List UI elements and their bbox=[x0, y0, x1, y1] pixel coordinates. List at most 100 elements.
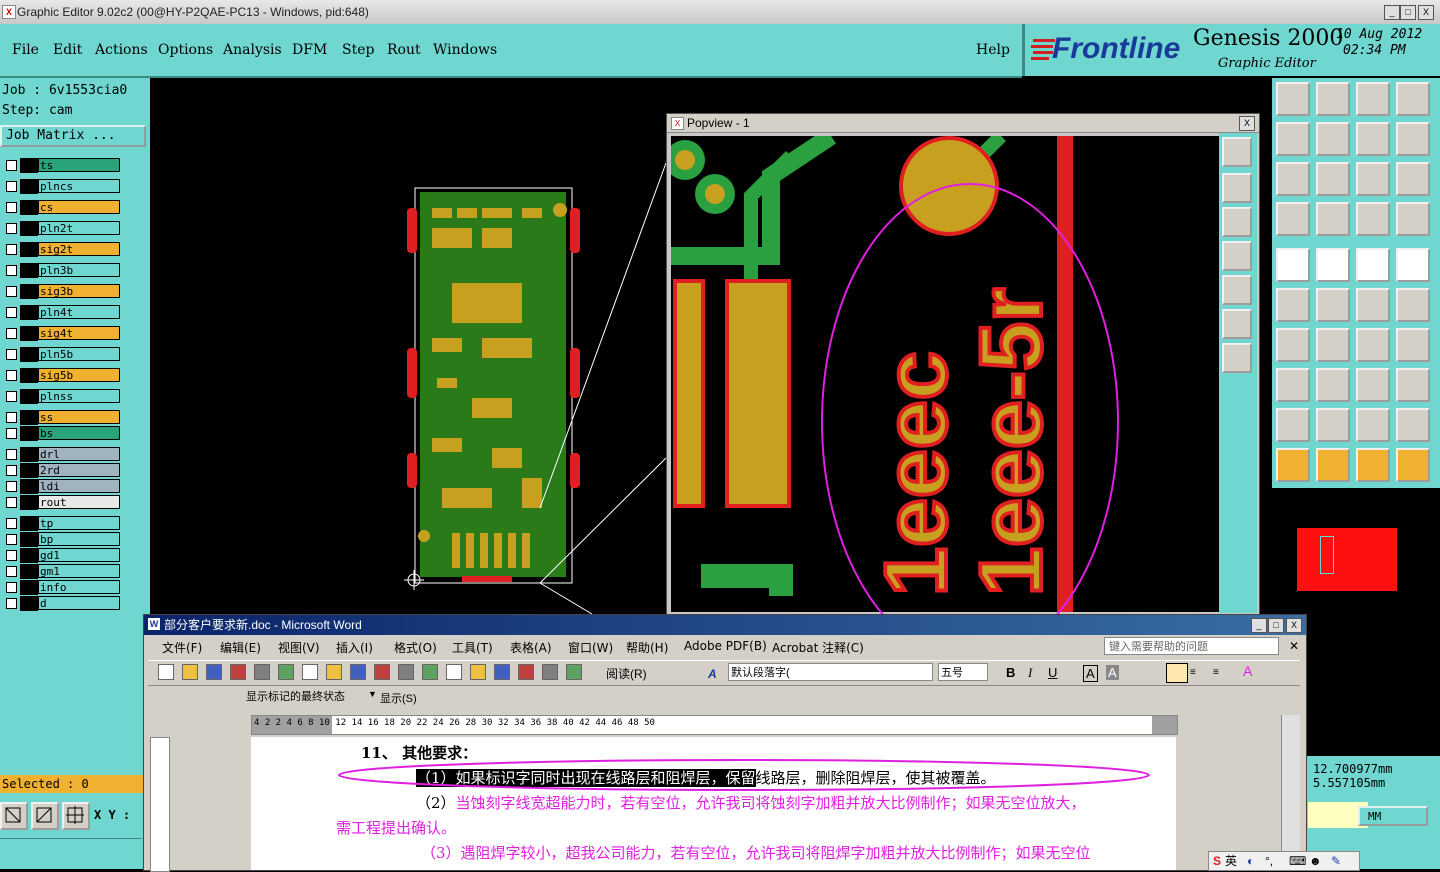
tool-button-15-icon[interactable] bbox=[1356, 202, 1390, 236]
layer-color-slot[interactable] bbox=[20, 596, 38, 611]
word-toolbar-button-3-icon[interactable] bbox=[206, 664, 222, 680]
layer-checkbox[interactable] bbox=[6, 428, 17, 439]
layer-color-slot[interactable] bbox=[20, 548, 38, 563]
markup-select[interactable]: 显示标记的最终状态 bbox=[246, 688, 374, 706]
word-toolbar-button-15-icon[interactable] bbox=[494, 664, 510, 680]
styles-icon[interactable]: A bbox=[708, 667, 717, 681]
char-border-button[interactable]: A bbox=[1083, 665, 1098, 682]
markup-dropdown-icon[interactable]: ▼ bbox=[368, 689, 377, 699]
menu-file[interactable]: File bbox=[12, 42, 39, 58]
minimize-button[interactable]: _ bbox=[1384, 5, 1400, 20]
layer-checkbox[interactable] bbox=[6, 566, 17, 577]
layer-color-slot[interactable] bbox=[20, 580, 38, 595]
layer-row-sig2t[interactable]: sig2t bbox=[2, 242, 120, 257]
pop-zoom-out-icon[interactable] bbox=[1222, 343, 1252, 373]
layer-checkbox[interactable] bbox=[6, 598, 17, 609]
layer-row-pln2t[interactable]: pln2t bbox=[2, 221, 120, 236]
layer-row-pln5b[interactable]: pln5b bbox=[2, 347, 120, 362]
layer-row-plnss[interactable]: plnss bbox=[2, 389, 120, 404]
tool-button-18-icon[interactable] bbox=[1316, 248, 1350, 282]
tool-button-5-icon[interactable] bbox=[1276, 122, 1310, 156]
menu-rout[interactable]: Rout bbox=[387, 42, 421, 58]
tool-button-32-icon[interactable] bbox=[1396, 368, 1430, 402]
word-toolbar-button-11-icon[interactable] bbox=[398, 664, 414, 680]
word-toolbar-button-16-icon[interactable] bbox=[518, 664, 534, 680]
tool-button-2-icon[interactable] bbox=[1316, 82, 1350, 116]
word-menu-item[interactable]: Acrobat 注释(C) bbox=[772, 639, 864, 656]
layer-color-slot[interactable] bbox=[20, 479, 38, 494]
layer-checkbox[interactable] bbox=[6, 349, 17, 360]
word-menu-item[interactable]: 编辑(E) bbox=[220, 639, 261, 656]
layer-color-slot[interactable] bbox=[20, 564, 38, 579]
word-toolbar-button-17-icon[interactable] bbox=[542, 664, 558, 680]
maximize-button[interactable]: □ bbox=[1400, 5, 1416, 20]
word-maximize-button[interactable]: □ bbox=[1268, 618, 1284, 633]
tool-button-39-icon[interactable] bbox=[1356, 448, 1390, 482]
tool-button-40-icon[interactable] bbox=[1396, 448, 1430, 482]
layer-row-sig5b[interactable]: sig5b bbox=[2, 368, 120, 383]
word-menu-item[interactable]: 工具(T) bbox=[452, 639, 493, 656]
sogou-icon[interactable]: S bbox=[1213, 852, 1221, 870]
word-toolbar-button-9-icon[interactable] bbox=[350, 664, 366, 680]
layer-row-ts[interactable]: ts bbox=[2, 158, 120, 173]
tool-button-3-icon[interactable] bbox=[1356, 82, 1390, 116]
layer-checkbox[interactable] bbox=[6, 465, 17, 476]
layer-checkbox[interactable] bbox=[6, 534, 17, 545]
word-menu-item[interactable]: 文件(F) bbox=[162, 639, 202, 656]
tool-button-11-icon[interactable] bbox=[1356, 162, 1390, 196]
menu-actions[interactable]: Actions bbox=[95, 42, 148, 58]
align-center-button[interactable]: ≡ bbox=[1190, 667, 1196, 678]
layer-checkbox[interactable] bbox=[6, 307, 17, 318]
word-toolbar-button-7-icon[interactable] bbox=[302, 664, 318, 680]
word-toolbar-button-10-icon[interactable] bbox=[374, 664, 390, 680]
layer-row-bs[interactable]: bs bbox=[2, 426, 120, 441]
layer-color-slot[interactable] bbox=[20, 516, 38, 531]
layer-color-slot[interactable] bbox=[20, 221, 38, 236]
layer-color-slot[interactable] bbox=[20, 179, 38, 194]
punctuation-icon[interactable]: °, bbox=[1265, 852, 1273, 870]
layer-color-slot[interactable] bbox=[20, 284, 38, 299]
layer-checkbox[interactable] bbox=[6, 265, 17, 276]
layer-color-slot[interactable] bbox=[20, 389, 38, 404]
half-width-icon[interactable]: ◐ bbox=[1247, 852, 1254, 870]
align-right-button[interactable]: ≡ bbox=[1213, 667, 1219, 678]
char-shading-button[interactable]: A bbox=[1106, 665, 1119, 680]
user-icon[interactable]: ☻ bbox=[1309, 852, 1322, 870]
layer-row-ss[interactable]: ss bbox=[2, 410, 120, 425]
units-dropdown[interactable]: MM bbox=[1358, 806, 1428, 826]
tool-button-6-icon[interactable] bbox=[1316, 122, 1350, 156]
vertical-ruler[interactable] bbox=[150, 737, 170, 872]
layer-color-slot[interactable] bbox=[20, 326, 38, 341]
font-size-select[interactable]: 五号 bbox=[938, 663, 988, 681]
tool-button-14-icon[interactable] bbox=[1316, 202, 1350, 236]
font-color-button[interactable]: A bbox=[1243, 663, 1252, 679]
tool-button-22-icon[interactable] bbox=[1316, 288, 1350, 322]
tool-button-9-icon[interactable] bbox=[1276, 162, 1310, 196]
close-button[interactable]: X bbox=[1418, 5, 1434, 20]
layer-color-slot[interactable] bbox=[20, 410, 38, 425]
word-menu-item[interactable]: Adobe PDF(B) bbox=[684, 639, 767, 653]
zoom-area-icon[interactable] bbox=[0, 802, 28, 830]
layer-row-gm1[interactable]: gm1 bbox=[2, 564, 120, 579]
layer-color-slot[interactable] bbox=[20, 242, 38, 257]
tool-button-33-icon[interactable] bbox=[1276, 408, 1310, 442]
menu-windows[interactable]: Windows bbox=[433, 42, 497, 58]
layer-color-slot[interactable] bbox=[20, 532, 38, 547]
word-toolbar-button-4-icon[interactable] bbox=[230, 664, 246, 680]
layer-color-slot[interactable] bbox=[20, 158, 38, 173]
layer-checkbox[interactable] bbox=[6, 328, 17, 339]
tool-button-30-icon[interactable] bbox=[1316, 368, 1350, 402]
layer-row-pln4t[interactable]: pln4t bbox=[2, 305, 120, 320]
layer-row-bp[interactable]: bp bbox=[2, 532, 120, 547]
layer-row-rout[interactable]: rout bbox=[2, 495, 120, 510]
layer-checkbox[interactable] bbox=[6, 518, 17, 529]
layer-checkbox[interactable] bbox=[6, 550, 17, 561]
layer-checkbox[interactable] bbox=[6, 449, 17, 460]
tool-button-7-icon[interactable] bbox=[1356, 122, 1390, 156]
word-menu-item[interactable]: 视图(V) bbox=[278, 639, 320, 656]
word-menu-item[interactable]: 窗口(W) bbox=[568, 639, 613, 656]
layer-row-gd1[interactable]: gd1 bbox=[2, 548, 120, 563]
layer-row-ldi[interactable]: ldi bbox=[2, 479, 120, 494]
layer-checkbox[interactable] bbox=[6, 497, 17, 508]
tool-button-28-icon[interactable] bbox=[1396, 328, 1430, 362]
